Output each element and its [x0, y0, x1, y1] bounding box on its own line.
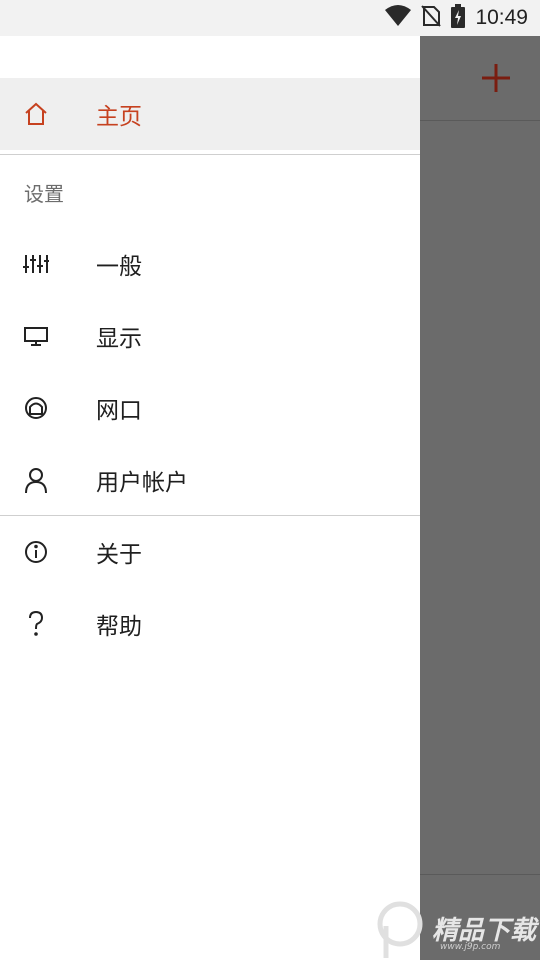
watermark-logo-icon	[377, 901, 423, 958]
drawer-item-general[interactable]: 一般	[0, 228, 420, 300]
info-icon	[22, 538, 50, 566]
status-icons: 10:49	[385, 0, 528, 36]
monitor-icon	[22, 322, 50, 350]
wifi-icon	[385, 5, 412, 31]
status-time: 10:49	[475, 6, 528, 29]
drawer-item-help[interactable]: 帮助	[0, 588, 420, 660]
app-bar-divider	[420, 120, 540, 121]
section-header-settings: 设置	[24, 182, 64, 206]
watermark: 精品下载 www.j9p.com	[372, 896, 540, 960]
watermark-url: www.j9p.com	[440, 942, 501, 952]
plus-icon	[482, 64, 510, 92]
sliders-icon	[22, 250, 50, 278]
home-icon	[22, 100, 50, 128]
drawer-item-home[interactable]: 主页	[0, 78, 420, 150]
no-sim-icon	[421, 5, 442, 31]
network-port-icon	[22, 394, 50, 422]
drawer-item-label: 显示	[96, 326, 142, 352]
drawer-item-label: 网口	[96, 398, 142, 424]
drawer-item-about[interactable]: 关于	[0, 516, 420, 588]
question-icon	[22, 610, 50, 638]
navigation-drawer: 主页 设置 一般 显示 网口 用户帐户 关于 帮助	[0, 36, 420, 960]
drawer-item-user-accounts[interactable]: 用户帐户	[0, 444, 420, 516]
drawer-item-display[interactable]: 显示	[0, 300, 420, 372]
drawer-item-label: 主页	[96, 104, 142, 130]
user-icon	[22, 466, 50, 494]
drawer-item-network[interactable]: 网口	[0, 372, 420, 444]
divider	[0, 154, 420, 155]
drawer-item-label: 帮助	[96, 614, 142, 640]
drawer-item-label: 一般	[96, 254, 142, 280]
drawer-item-label: 用户帐户	[96, 470, 188, 496]
drawer-item-label: 关于	[96, 542, 142, 568]
bottom-bar-divider	[420, 874, 540, 875]
battery-charging-icon	[451, 4, 466, 32]
add-button[interactable]	[478, 60, 514, 96]
status-bar: 10:49	[0, 0, 540, 36]
